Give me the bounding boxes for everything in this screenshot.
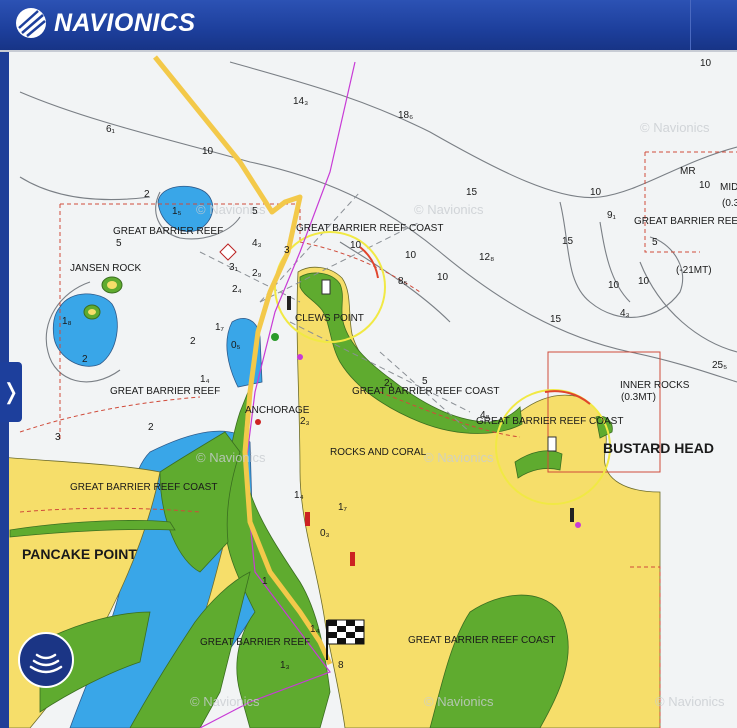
depth-sounding: 12₈ [479,252,494,263]
label-gbr-coast-4: GREAT BARRIER REEF COAST [70,482,217,493]
depth-sounding: 2 [144,189,150,200]
svg-text:© Navionics: © Navionics [655,694,725,709]
sonar-icon [29,653,63,674]
depth-sounding: 15 [466,187,478,198]
label-gbr-1: GREAT BARRIER REEF [113,226,223,237]
label-rocks-coral: ROCKS AND CORAL [330,447,427,458]
chart-map[interactable]: © Navionics © Navionics © Navionics © Na… [0,52,737,728]
depth-sounding: 15 [550,314,562,325]
depth-sounding: 10 [202,146,214,157]
depth-sounding: 3 [284,245,290,256]
depth-sounding: 1₄ [294,490,304,501]
header-menu-button[interactable] [690,0,737,50]
depth-sounding: 0₃ [320,528,330,539]
label-bustard-head: BUSTARD HEAD [603,440,714,456]
depth-sounding: 10 [350,240,362,251]
brand-name: NAVIONICS [54,8,196,37]
depth-sounding: 3 [55,432,61,443]
depth-sounding: 5 [422,376,428,387]
depth-sounding: 10 [405,250,417,261]
depth-sounding: 1₅ [172,206,182,217]
depth-sounding: 2 [148,422,154,433]
depth-sounding: 5 [116,238,122,249]
depth-sounding: 5 [252,206,258,217]
depth-sounding: 1₃ [280,660,290,671]
svg-text:© Navionics: © Navionics [424,450,494,465]
chevron-right-icon: ❭ [1,379,21,404]
depth-sounding: 1₄ [310,624,320,635]
depth-sounding: 10 [638,276,650,287]
depth-sounding: 10 [608,280,620,291]
depth-sounding: 1₇ [338,502,348,513]
svg-text:© Navionics: © Navionics [424,694,494,709]
navionics-globe-icon [16,8,46,38]
sonar-button[interactable] [18,632,74,688]
svg-text:© Navionics: © Navionics [414,202,484,217]
label-mid-depth: (0.3 [722,198,737,209]
label-gbr-2: GREAT BARRIER REEF [110,386,220,397]
label-gbr-coast-1: GREAT BARRIER REEF COAST [296,223,443,234]
label-inner-rocks-depth: (0.3MT) [621,392,656,403]
svg-text:© Navionics: © Navionics [640,120,710,135]
label-minus21: (-21MT) [676,265,712,276]
depth-sounding: 15 [562,236,574,247]
expand-panel-button[interactable]: ❭ [0,362,22,422]
depth-sounding: 2₃ [300,416,310,427]
depth-sounding: 8 [338,660,344,671]
depth-sounding: 3₁ [229,262,239,273]
label-gbr-coast-5: GREAT BARRIER REEF COAST [408,635,555,646]
depth-sounding: 2 [82,354,88,365]
svg-text:© Navionics: © Navionics [196,450,266,465]
label-clews-point: CLEWS POINT [295,313,364,324]
depth-sounding: 2₁ [384,378,394,389]
depth-sounding: 4₃ [620,308,630,319]
depth-sounding: 25₅ [712,360,727,371]
depth-sounding: 18₆ [398,110,413,121]
depth-sounding: 10 [700,58,712,69]
depth-sounding: 5 [652,237,658,248]
label-anchorage: ANCHORAGE [245,405,310,416]
depth-sounding: 10 [437,272,449,283]
depth-sounding: 14₃ [293,96,308,107]
label-gbr-3: GREAT BARRIER REEF [200,637,310,648]
svg-text:© Navionics: © Navionics [190,694,260,709]
depth-sounding: 8₅ [398,276,408,287]
app-header: NAVIONICS [0,0,737,52]
label-mid: MID [720,182,737,193]
depth-sounding: 2₉ [252,268,262,279]
depth-sounding: 1₇ [215,322,225,333]
navionics-logo[interactable]: NAVIONICS [14,6,196,40]
depth-sounding: 10 [699,180,711,191]
label-mr: MR [680,166,696,177]
depth-sounding: 1₈ [62,316,72,327]
depth-sounding: 0₅ [231,340,241,351]
depth-sounding: 4₈ [480,410,490,421]
depth-sounding: 1 [262,576,268,587]
label-inner-rocks: INNER ROCKS [620,380,690,391]
label-gbr-4: GREAT BARRIER REE [634,216,737,227]
depth-sounding: 4₃ [252,238,262,249]
label-jansen-rock: JANSEN ROCK [70,263,141,274]
label-pancake-point: PANCAKE POINT [22,546,137,562]
depth-sounding: 2 [190,336,196,347]
depth-sounding: 1₄ [200,374,210,385]
depth-sounding: 2₄ [232,284,242,295]
label-gbr-coast-2: GREAT BARRIER REEF COAST [352,386,499,397]
label-gbr-coast-3: GREAT BARRIER REEF COAST [476,416,623,427]
depth-sounding: 10 [590,187,602,198]
depth-sounding: 9₁ [607,210,617,221]
depth-sounding: 6₁ [106,124,116,135]
